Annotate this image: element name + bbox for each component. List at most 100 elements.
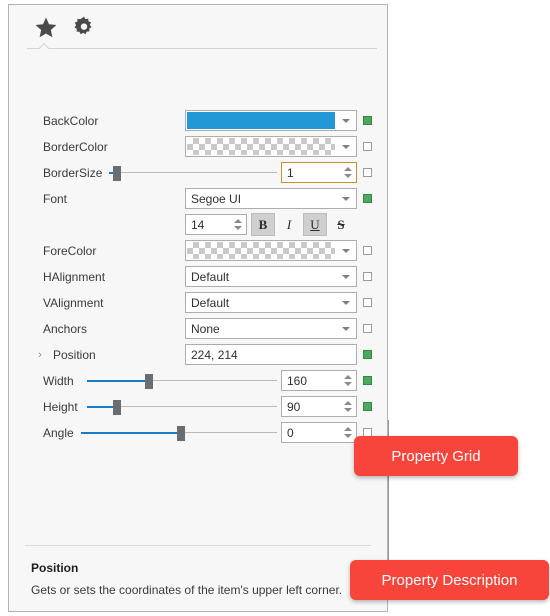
- chevron-down-icon[interactable]: [336, 137, 356, 156]
- underline-button[interactable]: U: [303, 213, 327, 236]
- font-combo[interactable]: Segoe UI: [185, 188, 357, 209]
- active-tab-caret: [38, 41, 53, 49]
- callout-leader-line: [388, 476, 389, 560]
- property-row-anchors[interactable]: Anchors None: [9, 316, 387, 342]
- chevron-down-icon[interactable]: [336, 189, 356, 208]
- property-row-angle[interactable]: Angle 0: [9, 420, 387, 446]
- width-slider[interactable]: [87, 368, 277, 394]
- tab-favorites[interactable]: [27, 11, 65, 43]
- spinner-value: 0: [287, 425, 294, 440]
- status-indicator[interactable]: [363, 402, 372, 411]
- property-row-position[interactable]: › Position 224, 214: [9, 342, 387, 368]
- chevron-down-icon[interactable]: [336, 293, 356, 312]
- property-label: BorderSize: [43, 166, 103, 180]
- slider-thumb[interactable]: [177, 426, 185, 441]
- callout-property-description: Property Description: [350, 560, 549, 600]
- chevron-down-icon[interactable]: [336, 319, 356, 338]
- property-description-pane: Position Gets or sets the coordinates of…: [31, 561, 371, 598]
- property-label: BorderColor: [43, 140, 108, 154]
- fontsize-spinner[interactable]: 14: [185, 214, 247, 235]
- forecolor-editor[interactable]: [185, 240, 357, 261]
- spinner-buttons[interactable]: [230, 215, 246, 234]
- angle-slider[interactable]: [81, 420, 277, 446]
- fontsize-value: 14: [191, 217, 205, 232]
- description-separator: [25, 545, 371, 546]
- width-spinner[interactable]: 160: [281, 370, 357, 391]
- bordercolor-swatch: [187, 138, 335, 155]
- property-label: Position: [53, 348, 96, 362]
- chevron-down-icon[interactable]: [336, 267, 356, 286]
- property-row-backcolor[interactable]: BackColor: [9, 108, 387, 134]
- valignment-value: Default: [191, 295, 230, 310]
- spinner-value: 160: [287, 373, 308, 388]
- status-indicator[interactable]: [363, 168, 372, 177]
- property-row-height[interactable]: Height 90: [9, 394, 387, 420]
- star-icon: [35, 16, 57, 38]
- description-text: Gets or sets the coordinates of the item…: [31, 583, 343, 597]
- backcolor-swatch: [187, 112, 335, 129]
- bold-button[interactable]: B: [251, 213, 275, 236]
- property-row-font-style[interactable]: 14 B I U S: [9, 212, 387, 238]
- status-indicator[interactable]: [363, 116, 372, 125]
- property-label: HAlignment: [43, 270, 106, 284]
- font-combo-value: Segoe UI: [191, 191, 242, 206]
- status-indicator[interactable]: [363, 194, 372, 203]
- property-row-font[interactable]: Font Segoe UI: [9, 186, 387, 212]
- gear-icon: [73, 16, 95, 38]
- bordercolor-editor[interactable]: [185, 136, 357, 157]
- bordersize-slider[interactable]: [109, 160, 277, 186]
- status-indicator[interactable]: [363, 142, 372, 151]
- property-grid-panel: BackColor BorderColor BorderSize 1 Font …: [8, 4, 388, 612]
- property-label: Width: [43, 374, 74, 388]
- status-indicator[interactable]: [363, 298, 372, 307]
- status-indicator[interactable]: [363, 376, 372, 385]
- callout-property-grid: Property Grid: [354, 436, 518, 476]
- status-indicator[interactable]: [363, 272, 372, 281]
- halignment-combo[interactable]: Default: [185, 266, 357, 287]
- italic-button[interactable]: I: [277, 213, 301, 236]
- bordersize-spinner[interactable]: 1: [281, 162, 357, 183]
- strikeout-button[interactable]: S: [329, 213, 353, 236]
- height-slider[interactable]: [87, 394, 277, 420]
- status-indicator[interactable]: [363, 350, 372, 359]
- halignment-value: Default: [191, 269, 230, 284]
- slider-fill: [87, 380, 149, 382]
- expand-icon[interactable]: ›: [34, 342, 46, 368]
- property-label: BackColor: [43, 114, 99, 128]
- property-row-halignment[interactable]: HAlignment Default: [9, 264, 387, 290]
- property-row-bordersize[interactable]: BorderSize 1: [9, 160, 387, 186]
- slider-fill: [81, 432, 181, 434]
- backcolor-editor[interactable]: [185, 110, 357, 131]
- height-spinner[interactable]: 90: [281, 396, 357, 417]
- slider-track: [109, 172, 277, 173]
- status-indicator[interactable]: [363, 246, 372, 255]
- tab-underline: [27, 48, 377, 49]
- spinner-value: 1: [287, 165, 294, 180]
- spinner-buttons[interactable]: [340, 397, 356, 416]
- position-textbox[interactable]: 224, 214: [185, 344, 357, 365]
- angle-spinner[interactable]: 0: [281, 422, 357, 443]
- spinner-buttons[interactable]: [340, 371, 356, 390]
- chevron-down-icon[interactable]: [336, 241, 356, 260]
- callout-leader-line: [388, 420, 389, 436]
- property-label: ForeColor: [43, 244, 97, 258]
- anchors-value: None: [191, 321, 220, 336]
- tab-strip: [9, 5, 387, 49]
- property-row-bordercolor[interactable]: BorderColor: [9, 134, 387, 160]
- anchors-combo[interactable]: None: [185, 318, 357, 339]
- property-row-valignment[interactable]: VAlignment Default: [9, 290, 387, 316]
- property-row-width[interactable]: Width 160: [9, 368, 387, 394]
- spinner-buttons[interactable]: [340, 163, 356, 182]
- status-indicator[interactable]: [363, 324, 372, 333]
- chevron-down-icon[interactable]: [336, 118, 356, 123]
- forecolor-swatch: [187, 242, 335, 259]
- slider-thumb[interactable]: [113, 400, 121, 415]
- valignment-combo[interactable]: Default: [185, 292, 357, 313]
- property-label: Font: [43, 192, 68, 206]
- spinner-value: 90: [287, 399, 301, 414]
- property-label: Angle: [43, 426, 74, 440]
- slider-thumb[interactable]: [113, 166, 121, 181]
- slider-thumb[interactable]: [145, 374, 153, 389]
- tab-settings[interactable]: [65, 11, 103, 43]
- property-row-forecolor[interactable]: ForeColor: [9, 238, 387, 264]
